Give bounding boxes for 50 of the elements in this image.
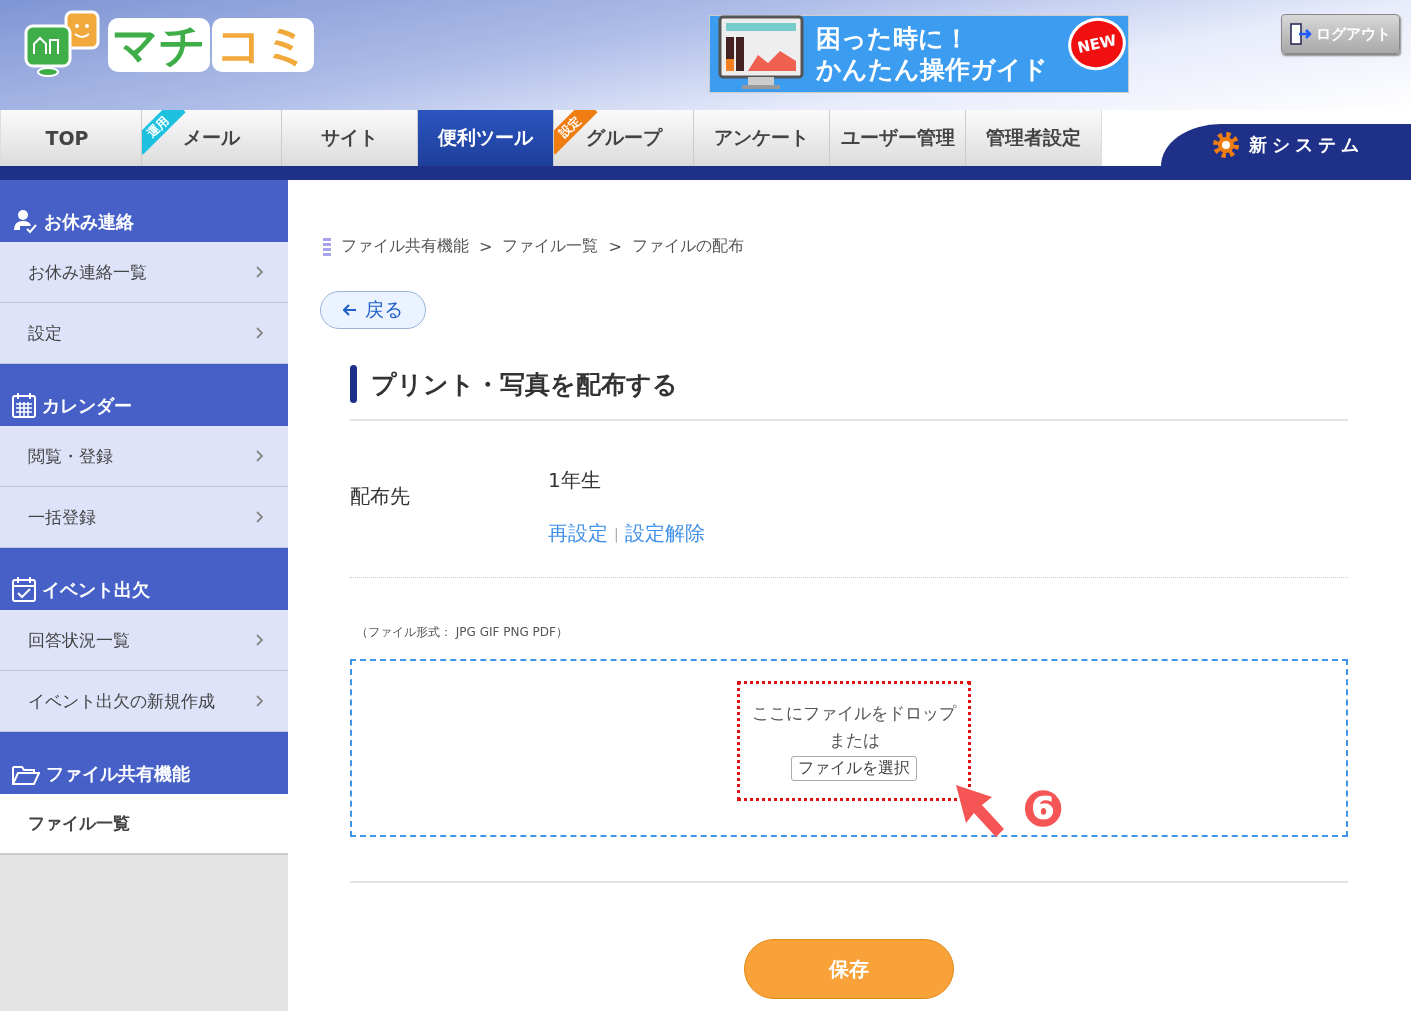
guide-text: 困った時に！	[816, 23, 970, 54]
person-check-icon	[12, 208, 38, 234]
sidebar-item[interactable]: 閲覧・登録	[0, 426, 288, 487]
destination-value: 1年生	[548, 467, 602, 494]
back-button[interactable]: 戻る	[320, 291, 426, 329]
chevron-right-icon	[256, 266, 264, 278]
drop-hint: または	[828, 728, 880, 752]
title-accent-bar	[350, 365, 357, 403]
link-separator: |	[614, 525, 619, 542]
breadcrumb-separator: >	[608, 237, 622, 256]
gear-icon	[1211, 130, 1241, 160]
arrow-left-icon	[343, 304, 357, 316]
door-exit-icon	[1290, 23, 1312, 45]
breadcrumb-separator: >	[479, 237, 493, 256]
sidebar-item[interactable]: お休み連絡一覧	[0, 242, 288, 303]
breadcrumb-item: ファイルの配布	[631, 236, 744, 257]
nav-tab[interactable]: 便利ツール	[417, 110, 553, 166]
sidebar-item[interactable]: 設定	[0, 303, 288, 364]
guide-banner[interactable]: 困った時に！ かんたん操作ガイド NEW	[709, 15, 1129, 93]
folder-icon	[12, 764, 40, 786]
calendar-icon	[12, 392, 36, 418]
section-title: ファイル共有機能	[46, 762, 190, 786]
breadcrumb-item[interactable]: ファイル共有機能	[341, 236, 469, 257]
section-title: お休み連絡	[44, 210, 134, 234]
chevron-right-icon	[256, 450, 264, 462]
page-title: プリント・写真を配布する	[371, 368, 678, 401]
chevron-right-icon	[256, 511, 264, 523]
speech-bubbles-logo-icon	[22, 10, 102, 80]
logo-text: マチ コミ	[108, 18, 314, 72]
file-drop-zone[interactable]: ここにファイルをドロップ または ファイルを選択 ❻	[350, 659, 1348, 837]
section-title: カレンダー	[42, 394, 132, 418]
guide-text: かんたん操作ガイド	[816, 54, 1048, 85]
sidebar-item[interactable]: イベント出欠の新規作成	[0, 671, 288, 732]
sidebar-item[interactable]: 一括登録	[0, 487, 288, 548]
file-format-note: （ファイル形式： JPG GIF PNG PDF）	[356, 624, 569, 641]
chevron-right-icon	[256, 695, 264, 707]
field-label: 配布先	[350, 483, 411, 510]
dotted-bar-icon	[323, 237, 331, 256]
chevron-right-icon	[256, 327, 264, 339]
sidebar-item[interactable]: 回答状況一覧	[0, 610, 288, 671]
sidebar-item[interactable]: ファイル一覧	[0, 794, 288, 855]
calendar-check-icon	[12, 576, 36, 602]
step-number: ❻	[1022, 779, 1065, 839]
new-system-banner[interactable]: 新システム	[1161, 124, 1411, 166]
chevron-right-icon	[256, 634, 264, 646]
nav-tab[interactable]: TOP	[1, 110, 133, 166]
drop-hint: ここにファイルをドロップ	[752, 701, 956, 725]
section-title: イベント出欠	[42, 578, 150, 602]
breadcrumb-item[interactable]: ファイル一覧	[502, 236, 599, 257]
choose-file-button[interactable]: ファイルを選択	[791, 755, 917, 781]
